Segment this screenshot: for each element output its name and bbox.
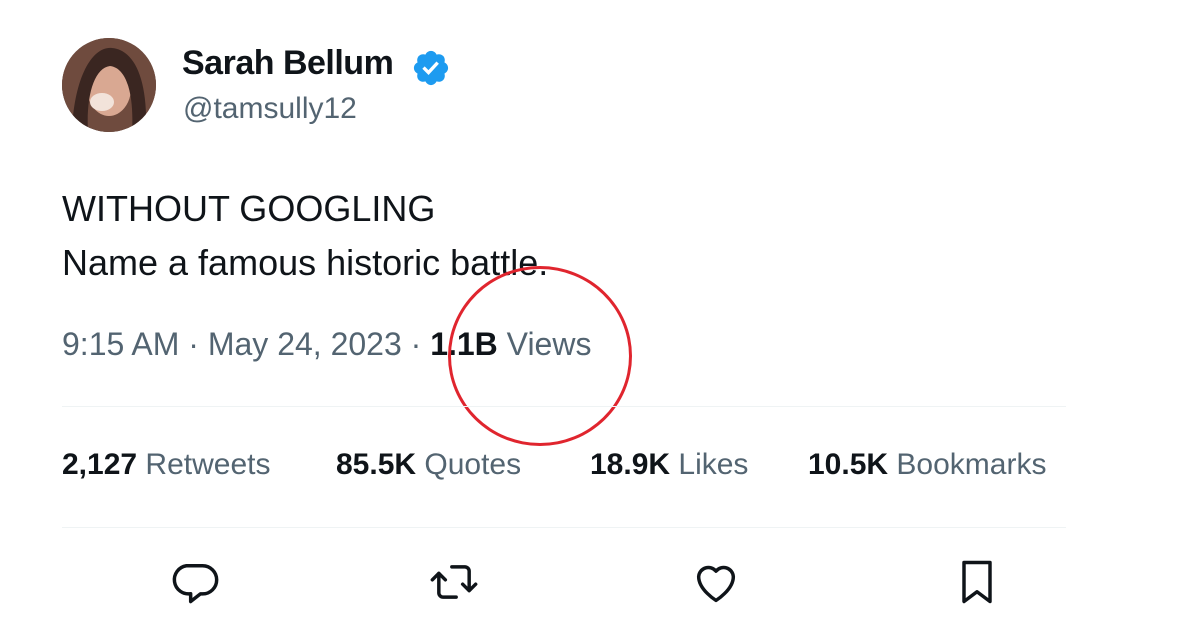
like-button[interactable] [690, 556, 742, 608]
action-bar [0, 556, 1200, 616]
stat-count: 2,127 [62, 448, 138, 481]
tweet-date[interactable]: May 24, 2023 [208, 326, 402, 362]
avatar[interactable] [62, 38, 156, 132]
meta-separator: · [401, 326, 431, 362]
reply-icon [172, 564, 219, 604]
stat-count: 18.9K [590, 448, 671, 481]
avatar-image [62, 38, 156, 132]
bookmark-button[interactable] [951, 556, 1003, 608]
bookmark-icon [962, 560, 992, 604]
stat-label: Quotes [416, 448, 522, 481]
annotation-circle [448, 266, 632, 446]
author-handle[interactable]: @tamsully12 [183, 92, 357, 126]
stat-retweets[interactable]: 2,127 Retweets [62, 448, 270, 482]
stat-label: Likes [670, 448, 749, 481]
divider [62, 406, 1066, 407]
verified-badge-icon [413, 50, 449, 86]
tweet-line: WITHOUT GOOGLING [62, 188, 436, 229]
author-display-name[interactable]: Sarah Bellum [182, 44, 394, 83]
engagement-stats: 2,127 Retweets 85.5K Quotes 18.9K Likes … [62, 448, 1066, 492]
tweet-time[interactable]: 9:15 AM [62, 326, 179, 362]
meta-separator: · [179, 326, 208, 362]
divider [62, 527, 1066, 528]
stat-count: 10.5K [808, 448, 889, 481]
like-icon [696, 565, 736, 603]
stat-label: Bookmarks [888, 448, 1047, 481]
reply-button[interactable] [169, 556, 221, 608]
stat-quotes[interactable]: 85.5K Quotes [336, 448, 521, 482]
stat-likes[interactable]: 18.9K Likes [590, 448, 748, 482]
retweet-icon [430, 565, 478, 599]
stat-label: Retweets [137, 448, 271, 481]
retweet-button[interactable] [428, 556, 480, 608]
stat-count: 85.5K [336, 448, 417, 481]
stat-bookmarks[interactable]: 10.5K Bookmarks [808, 448, 1046, 482]
